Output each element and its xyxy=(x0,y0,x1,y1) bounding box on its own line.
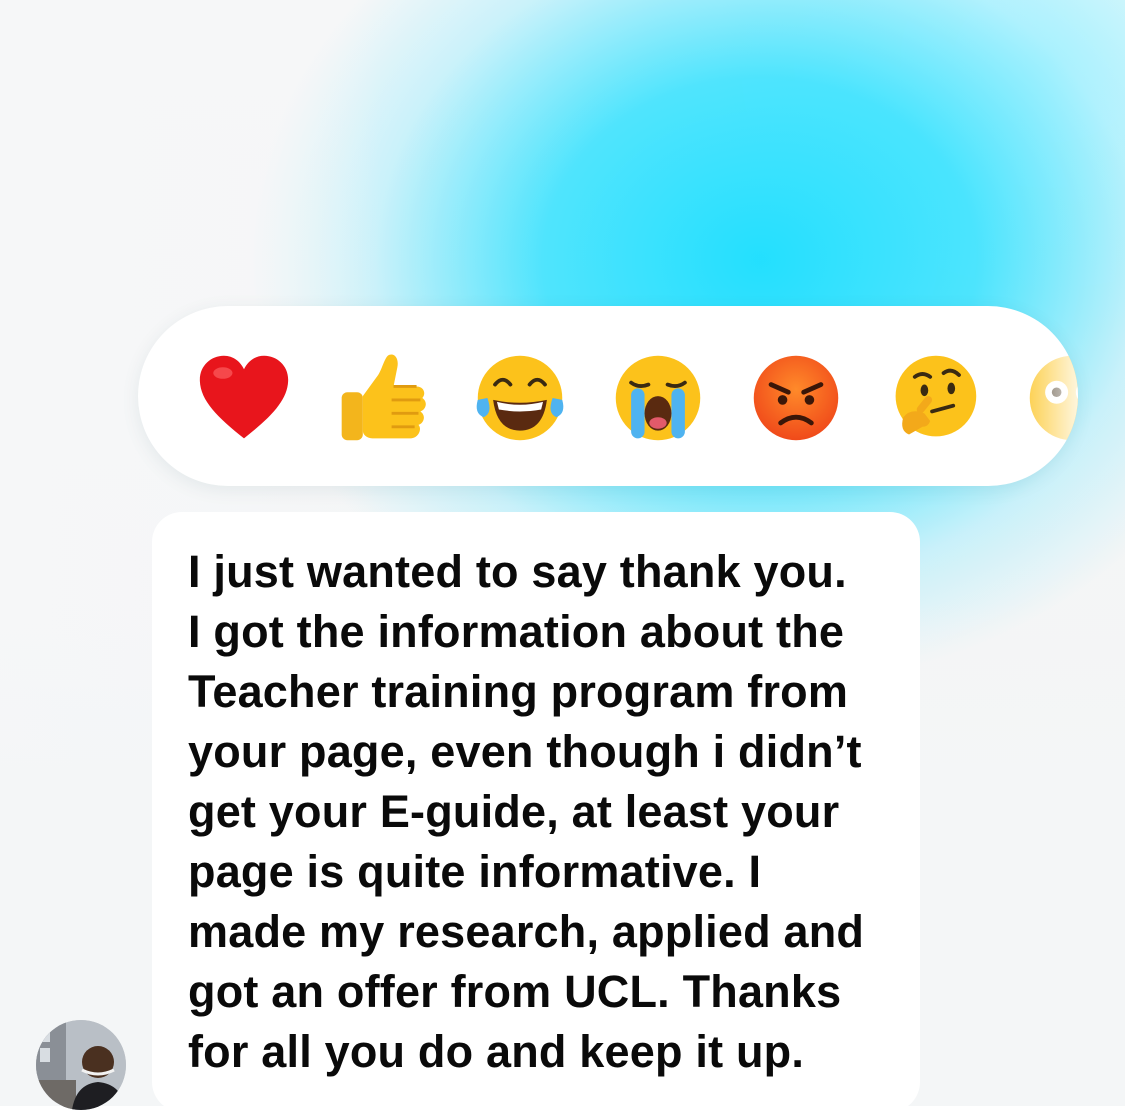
message-line: for all you do and keep it up. xyxy=(188,1026,805,1077)
reaction-crying-button[interactable] xyxy=(610,350,706,446)
message-line: I just wanted to say thank you. xyxy=(188,546,847,597)
message-line: your page, even though i didn’t xyxy=(188,726,862,777)
ui-root: I just wanted to say thank you. I got th… xyxy=(0,0,1125,1112)
user-avatar-icon xyxy=(36,1020,126,1110)
reaction-thumbs-up-button[interactable] xyxy=(334,350,430,446)
message-line: got an offer from UCL. Thanks xyxy=(188,966,842,1017)
message-line: made my research, applied and xyxy=(188,906,865,957)
crying-face-icon xyxy=(615,355,701,441)
message-bubble[interactable]: I just wanted to say thank you. I got th… xyxy=(152,512,920,1112)
reaction-heart-button[interactable] xyxy=(196,350,292,446)
message-line: get your E-guide, at least your xyxy=(188,786,840,837)
reaction-picker-bar xyxy=(138,306,1078,486)
message-line: Teacher training program from xyxy=(188,666,849,717)
message-line: page is quite informative. I xyxy=(188,846,762,897)
reaction-angry-button[interactable] xyxy=(748,350,844,446)
thinking-face-icon xyxy=(895,355,977,437)
laughing-face-icon xyxy=(476,355,564,441)
thumbs-up-icon xyxy=(341,354,426,441)
angry-face-icon xyxy=(753,355,839,441)
reaction-thinking-button[interactable] xyxy=(886,350,982,446)
reaction-surprised-button[interactable] xyxy=(1024,350,1078,446)
reaction-laughing-button[interactable] xyxy=(472,350,568,446)
surprised-face-icon xyxy=(1029,355,1078,441)
sender-avatar[interactable] xyxy=(36,1020,126,1110)
red-heart-icon xyxy=(199,355,289,439)
message-line: I got the information about the xyxy=(188,606,845,657)
